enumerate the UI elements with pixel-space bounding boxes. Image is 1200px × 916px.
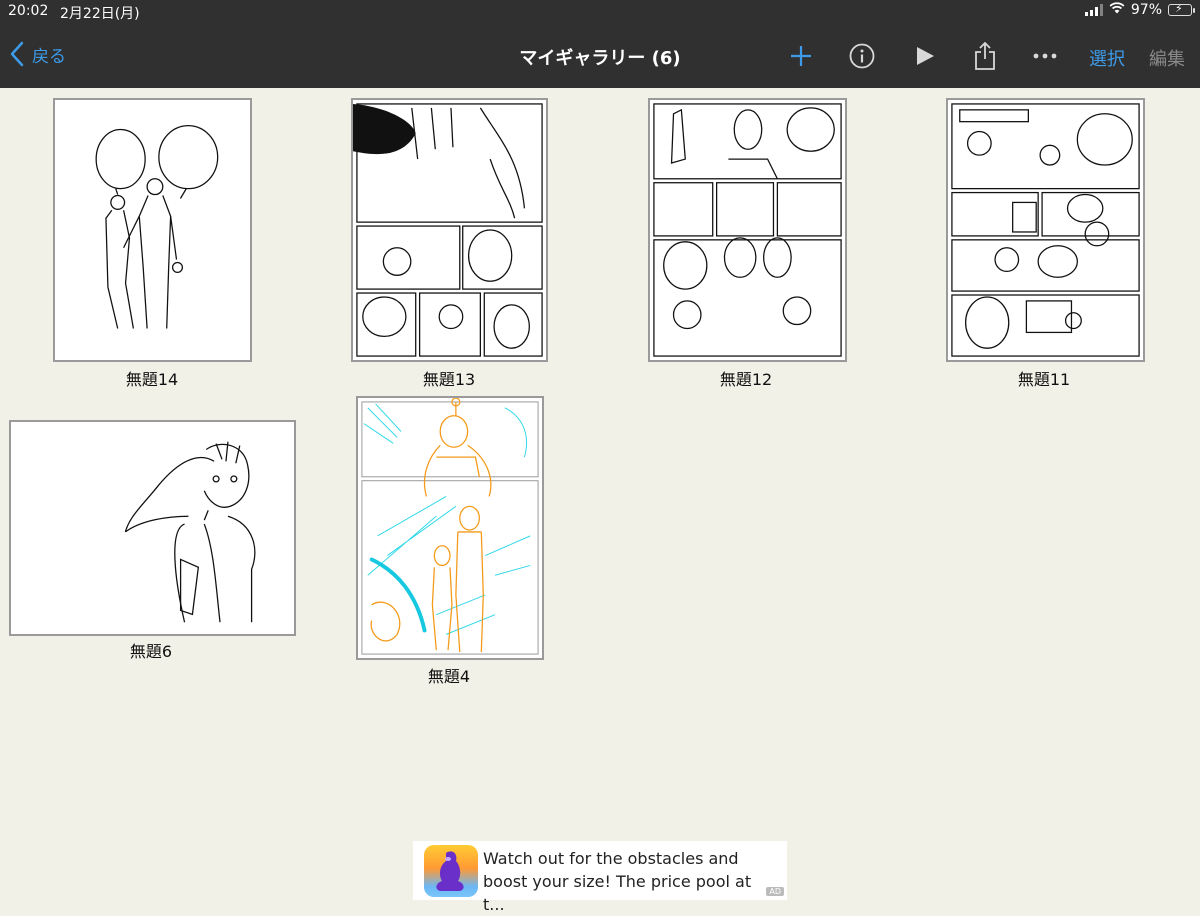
cellular-signal-icon xyxy=(1084,4,1103,16)
item-title: 無題14 xyxy=(125,370,179,389)
gallery-thumbnail[interactable] xyxy=(356,396,544,660)
back-label: 戻る xyxy=(32,46,66,67)
info-icon xyxy=(849,43,875,69)
ad-text-line-1: Watch out for the obstacles and xyxy=(483,849,739,868)
manga-page-image xyxy=(951,103,1140,357)
sketch-image xyxy=(124,441,256,623)
more-button[interactable] xyxy=(1032,40,1058,72)
ad-app-icon xyxy=(424,845,478,897)
status-date: 2月22日(月) xyxy=(60,6,140,22)
item-title: 無題12 xyxy=(719,370,773,389)
edit-button[interactable]: 編集 xyxy=(1149,45,1185,71)
ad-badge: AD xyxy=(766,887,784,896)
ad-text-line-2: boost your size! The price pool at t... xyxy=(483,872,752,914)
back-button[interactable]: 戻る xyxy=(10,41,66,67)
plus-icon xyxy=(791,46,811,66)
play-icon xyxy=(917,47,934,65)
battery-icon: ⚡ xyxy=(1168,2,1195,16)
navigation-bar: 戻る マイギャラリー (6) 選択 編集 xyxy=(0,24,1200,88)
manga-page-image xyxy=(353,103,543,357)
item-title: 無題4 xyxy=(427,667,471,686)
page-title: マイギャラリー (6) xyxy=(519,48,681,69)
status-bar: 20:02 2月22日(月) 97% ⚡ xyxy=(0,0,1200,24)
item-title: 無題11 xyxy=(1017,370,1071,389)
play-button[interactable] xyxy=(913,40,937,72)
gallery-thumbnail[interactable] xyxy=(946,98,1145,362)
gallery-thumbnail[interactable] xyxy=(648,98,847,362)
more-icon xyxy=(1033,53,1057,59)
item-title: 無題13 xyxy=(422,370,476,389)
gallery-thumbnail[interactable] xyxy=(351,98,548,362)
status-time: 20:02 xyxy=(8,3,49,19)
gallery-thumbnail[interactable] xyxy=(9,420,296,636)
status-right-group: 97% ⚡ xyxy=(1084,2,1195,18)
share-button[interactable] xyxy=(972,40,998,72)
sketch-image xyxy=(95,124,219,329)
share-icon xyxy=(975,42,995,70)
ad-text: Watch out for the obstacles and boost yo… xyxy=(483,847,773,916)
color-sketch-image xyxy=(361,398,539,655)
item-title: 無題6 xyxy=(129,642,173,661)
chevron-left-icon xyxy=(10,41,24,67)
battery-percent: 97% xyxy=(1130,2,1162,18)
select-button[interactable]: 選択 xyxy=(1089,45,1125,71)
gallery-thumbnail[interactable] xyxy=(53,98,252,362)
wifi-icon xyxy=(1109,2,1125,18)
info-button[interactable] xyxy=(849,40,875,72)
add-button[interactable] xyxy=(788,40,814,72)
ad-banner[interactable]: Watch out for the obstacles and boost yo… xyxy=(413,841,787,914)
manga-page-image xyxy=(653,103,842,357)
